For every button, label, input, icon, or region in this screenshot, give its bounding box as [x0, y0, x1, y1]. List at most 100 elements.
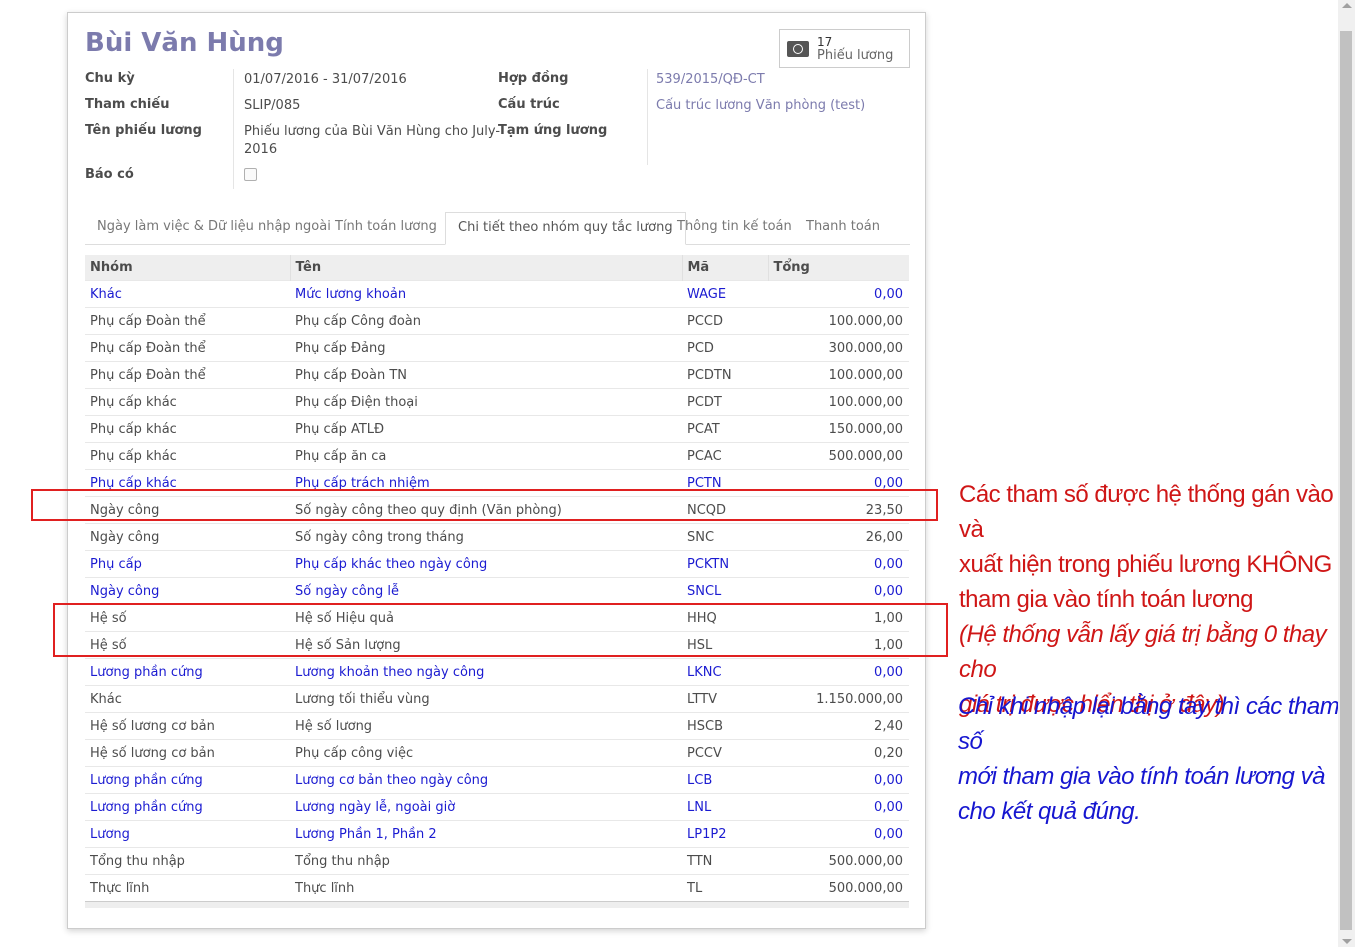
column-header-code[interactable]: Mã [681, 255, 768, 281]
cell-code: TL [682, 874, 768, 901]
cell-group: Lương phần cứng [85, 766, 290, 794]
table-row[interactable]: Phụ cấp Đoàn thể Phụ cấp Công đoàn PCCD 100… [85, 307, 909, 335]
cell-name: Hệ số lương [290, 712, 682, 740]
notebook-tabs: Ngày làm việc & Dữ liệu nhập ngoài Tính … [85, 212, 910, 245]
tab-salary-computation[interactable]: Tính toán lương [323, 212, 449, 244]
payslip-name-value-line1: Phiếu lương của Bùi Văn Hùng cho July- [244, 124, 501, 139]
annotation-blue-text: Chỉ khi nhập lại bằng tay thì các tham s… [958, 689, 1355, 829]
contract-label: Hợp đồng [498, 71, 569, 86]
column-header-name[interactable]: Tên [289, 255, 682, 281]
cell-total: 500.000,00 [768, 442, 909, 470]
cell-name: Lương Phần 1, Phần 2 [290, 820, 682, 848]
column-header-group[interactable]: Nhóm [85, 255, 290, 281]
table-header-row: Nhóm Tên Mã Tổng [85, 255, 909, 281]
scrollbar-thumb[interactable] [1340, 31, 1352, 930]
annotation-blue-line: cho kết quả đúng. [958, 798, 1141, 825]
cell-name: Phụ cấp Công đoàn [290, 307, 682, 335]
cell-total: 500.000,00 [768, 847, 909, 875]
cell-name: Phụ cấp ATLĐ [290, 415, 682, 443]
cell-group: Phụ cấp Đoàn thể [85, 361, 290, 389]
cell-code: LNL [682, 793, 768, 821]
table-row[interactable]: Khác Lương tối thiểu vùng LTTV 1.150.000,00 [85, 685, 909, 713]
rule-details-table: Nhóm Tên Mã Tổng Khác Mức lương khoản WAGE… [85, 255, 909, 901]
window-scrollbar[interactable] [1338, 0, 1355, 947]
table-row[interactable]: Khác Mức lương khoản WAGE 0,00 [85, 280, 909, 308]
cell-group: Lương phần cứng [85, 658, 290, 686]
table-row[interactable]: Hệ số lương cơ bản Phụ cấp công việc PCCV 0… [85, 739, 909, 767]
table-row[interactable]: Lương phần cứng Lương cơ bản theo ngày cô… [85, 766, 909, 794]
cell-group: Phụ cấp khác [85, 415, 290, 443]
table-row[interactable]: Hệ số lương cơ bản Hệ số lương HSCB 2,40 [85, 712, 909, 740]
cell-total: 2,40 [768, 712, 909, 740]
cell-name: Thực lĩnh [290, 874, 682, 901]
annotation-red-line: tham gia vào tính toán lương [959, 586, 1254, 613]
cell-code: LCB [682, 766, 768, 794]
table-row[interactable]: Thực lĩnh Thực lĩnh TL 500.000,00 [85, 874, 909, 901]
cell-code: HSCB [682, 712, 768, 740]
cell-code: PCD [682, 334, 768, 362]
cell-total: 100.000,00 [768, 307, 909, 335]
table-row[interactable]: Phụ cấp khác Phụ cấp ăn ca PCAC 500.000,00 [85, 442, 909, 470]
scroll-down-arrow-icon[interactable] [1342, 939, 1352, 944]
table-row[interactable]: Phụ cấp khác Phụ cấp Điện thoại PCDT 100.00… [85, 388, 909, 416]
payslips-count-button[interactable]: 17 Phiếu lương [779, 29, 910, 68]
cell-total: 500.000,00 [768, 874, 909, 901]
cell-group: Phụ cấp [85, 550, 290, 578]
field-divider-left [233, 69, 234, 189]
table-row[interactable]: Lương Lương Phần 1, Phần 2 LP1P2 0,00 [85, 820, 909, 848]
table-row[interactable]: Phụ cấp Phụ cấp khác theo ngày công PCKTN 0… [85, 550, 909, 578]
highlight-box-ncqd [31, 489, 938, 521]
table-row[interactable]: Phụ cấp khác Phụ cấp ATLĐ PCAT 150.000,00 [85, 415, 909, 443]
cell-total: 0,00 [768, 820, 909, 848]
field-divider-right [647, 69, 648, 165]
annotation-blue-line: Chỉ khi nhập lại bằng tay thì các tham s… [958, 693, 1340, 755]
cell-name: Tổng thu nhập [290, 847, 682, 875]
annotation-red-text: Các tham số được hệ thống gán vào và xuấ… [959, 477, 1355, 722]
column-header-total[interactable]: Tổng [767, 255, 909, 281]
cell-total: 26,00 [768, 523, 909, 551]
table-row[interactable]: Lương phần cứng Lương ngày lễ, ngoài giờ L… [85, 793, 909, 821]
table-row[interactable]: Lương phần cứng Lương khoản theo ngày côn… [85, 658, 909, 686]
table-row[interactable]: Ngày công Số ngày công lễ SNCL 0,00 [85, 577, 909, 605]
cell-name: Phụ cấp Đảng [290, 334, 682, 362]
table-row[interactable]: Ngày công Số ngày công trong tháng SNC 26,0… [85, 523, 909, 551]
cell-total: 100.000,00 [768, 361, 909, 389]
cell-group: Phụ cấp Đoàn thể [85, 334, 290, 362]
cell-total: 0,00 [768, 658, 909, 686]
table-row[interactable]: Phụ cấp Đoàn thể Phụ cấp Đoàn TN PCDTN 100.… [85, 361, 909, 389]
cell-total: 300.000,00 [768, 334, 909, 362]
cell-group: Khác [85, 280, 290, 308]
cell-name: Phụ cấp Đoàn TN [290, 361, 682, 389]
cell-total: 0,00 [768, 577, 909, 605]
credit-note-checkbox[interactable] [244, 168, 257, 181]
cell-name: Phụ cấp khác theo ngày công [290, 550, 682, 578]
tab-details-by-rule-category[interactable]: Chi tiết theo nhóm quy tắc lương [445, 212, 686, 245]
cell-group: Thực lĩnh [85, 874, 290, 901]
cell-group: Hệ số lương cơ bản [85, 739, 290, 767]
cell-code: PCAC [682, 442, 768, 470]
cell-code: SNCL [682, 577, 768, 605]
cell-group: Phụ cấp Đoàn thể [85, 307, 290, 335]
cell-total: 0,00 [768, 766, 909, 794]
contract-link[interactable]: 539/2015/QĐ-CT [656, 71, 765, 89]
cell-code: PCKTN [682, 550, 768, 578]
cell-group: Ngày công [85, 523, 290, 551]
table-row[interactable]: Tổng thu nhập Tổng thu nhập TTN 500.000,00 [85, 847, 909, 875]
table-body: Khác Mức lương khoản WAGE 0,00 Phụ cấp Đoàn … [85, 280, 909, 901]
cell-name: Mức lương khoản [290, 280, 682, 308]
tab-worked-days-inputs[interactable]: Ngày làm việc & Dữ liệu nhập ngoài [85, 212, 343, 244]
table-row[interactable]: Phụ cấp Đoàn thể Phụ cấp Đảng PCD 300.000,0… [85, 334, 909, 362]
annotation-red-italic-line: (Hệ thống vẫn lấy giá trị bằng 0 thay ch… [959, 621, 1327, 683]
scroll-up-arrow-icon[interactable] [1342, 3, 1352, 8]
cell-total: 0,00 [768, 793, 909, 821]
credit-note-label: Báo có [85, 167, 134, 182]
structure-link[interactable]: Cấu trúc lương Văn phòng (test) [656, 97, 865, 115]
cell-code: PCDTN [682, 361, 768, 389]
reference-label: Tham chiếu [85, 97, 170, 112]
cell-name: Lương khoản theo ngày công [290, 658, 682, 686]
employee-name-title: Bùi Văn Hùng [85, 28, 284, 58]
tab-payment[interactable]: Thanh toán [794, 212, 892, 244]
tab-accounting-info[interactable]: Thông tin kế toán [665, 212, 804, 244]
cell-name: Số ngày công trong tháng [290, 523, 682, 551]
cell-code: LTTV [682, 685, 768, 713]
